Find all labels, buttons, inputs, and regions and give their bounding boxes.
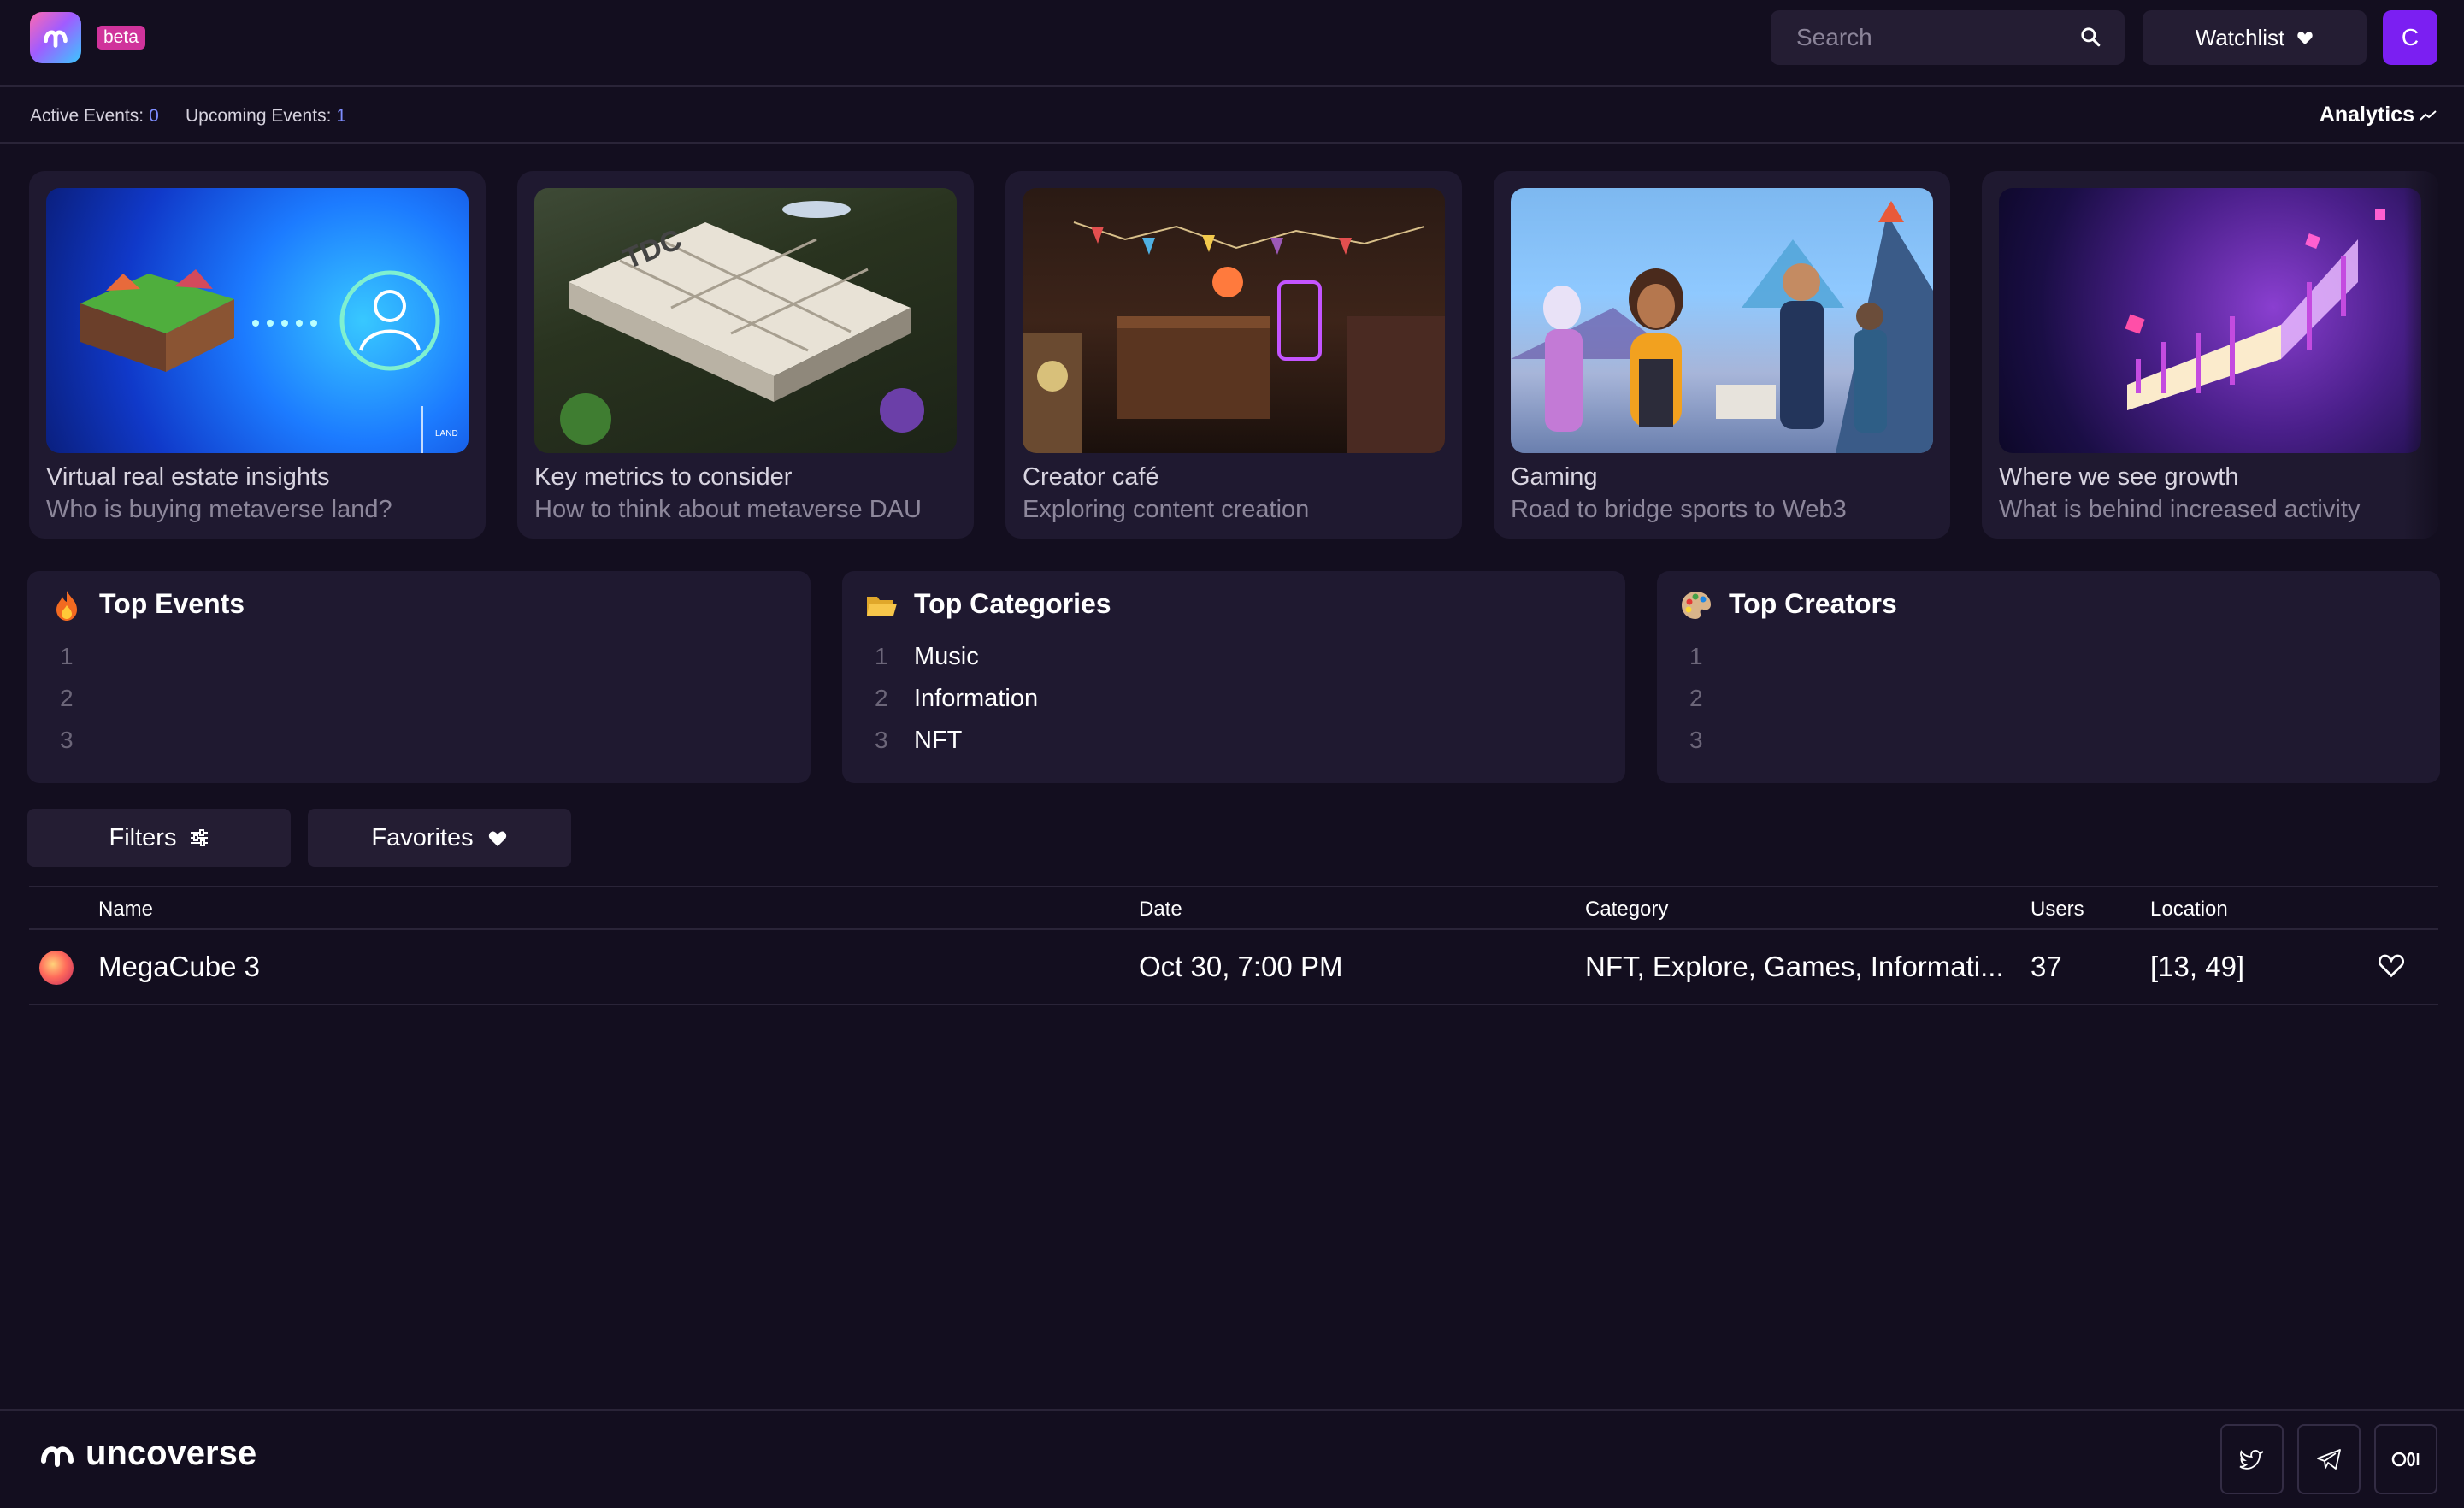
active-events-count: 0 bbox=[149, 106, 159, 126]
search-input[interactable] bbox=[1771, 10, 2125, 65]
user-avatar-button[interactable]: C bbox=[2383, 10, 2437, 65]
active-events-stat: Active Events: 0 bbox=[30, 106, 159, 127]
rank-number: 1 bbox=[60, 643, 74, 669]
growth-artwork-icon bbox=[2125, 209, 2385, 410]
article-subtitle: How to think about metaverse DAU bbox=[534, 496, 922, 523]
palette-icon bbox=[1682, 592, 1711, 619]
event-category: NFT, Explore, Games, Informati... bbox=[1585, 951, 2004, 982]
building-artwork-icon: TDC bbox=[560, 201, 924, 445]
column-header-users[interactable]: Users bbox=[2031, 898, 2084, 922]
filters-button[interactable]: Filters bbox=[27, 809, 291, 867]
article-subtitle: What is behind increased activity bbox=[1999, 496, 2361, 523]
rank-number: 2 bbox=[1689, 685, 1703, 711]
folder-icon bbox=[867, 597, 897, 616]
land-badge-text: LAND bbox=[435, 429, 458, 439]
events-table-header: Name Date Category Users Location bbox=[29, 886, 2438, 930]
sliders-icon bbox=[191, 829, 209, 846]
column-header-category[interactable]: Category bbox=[1585, 898, 1668, 922]
article-card-creator-cafe[interactable]: Creator café Exploring content creation bbox=[1005, 171, 1462, 539]
top-events-panel: Top Events 1 2 3 bbox=[27, 571, 811, 783]
article-title: Creator café bbox=[1023, 463, 1159, 491]
rank-number: 1 bbox=[1689, 643, 1703, 669]
article-title: Key metrics to consider bbox=[534, 463, 793, 491]
event-location[interactable]: [13, 49] bbox=[2150, 951, 2244, 983]
cafe-interior-illustration bbox=[1023, 188, 1445, 453]
article-card-real-estate[interactable]: LAND Virtual real estate insights Who is… bbox=[29, 171, 486, 539]
top-creators-title: Top Creators bbox=[1729, 588, 1897, 619]
favorites-label: Favorites bbox=[371, 823, 474, 851]
telegram-icon bbox=[2317, 1449, 2341, 1470]
heart-icon bbox=[2297, 32, 2313, 45]
top-navigation-bar: beta Watchlist C bbox=[0, 0, 2464, 87]
uncoverse-logo-icon[interactable] bbox=[30, 12, 81, 63]
analytics-link[interactable]: Analytics bbox=[2320, 103, 2437, 127]
land-island-illustration: LAND bbox=[46, 188, 469, 453]
article-subtitle: Exploring content creation bbox=[1023, 496, 1310, 523]
filters-label: Filters bbox=[109, 823, 177, 851]
rank-number: 2 bbox=[875, 685, 888, 711]
uncoverse-logo-icon bbox=[41, 1446, 74, 1467]
trend-line-icon bbox=[2420, 109, 2437, 121]
watchlist-button[interactable]: Watchlist bbox=[2143, 10, 2367, 65]
article-subtitle: Road to bridge sports to Web3 bbox=[1511, 496, 1847, 523]
rank-number: 3 bbox=[60, 727, 74, 753]
article-card-gaming[interactable]: Gaming Road to bridge sports to Web3 bbox=[1494, 171, 1950, 539]
upcoming-events-stat: Upcoming Events: 1 bbox=[186, 106, 346, 127]
isometric-building-illustration: TDC bbox=[534, 188, 957, 453]
rank-number: 3 bbox=[875, 727, 888, 753]
event-name[interactable]: MegaCube 3 bbox=[98, 951, 260, 983]
watchlist-label: Watchlist bbox=[2195, 24, 2285, 50]
stats-bar: Active Events: 0 Upcoming Events: 1 Analyt… bbox=[0, 87, 2464, 144]
search-icon[interactable] bbox=[2079, 26, 2101, 48]
twitter-button[interactable] bbox=[2220, 1424, 2284, 1494]
fire-icon bbox=[56, 591, 77, 621]
upcoming-events-count: 1 bbox=[336, 106, 347, 126]
article-title: Gaming bbox=[1511, 463, 1598, 491]
column-header-name[interactable]: Name bbox=[98, 898, 153, 922]
heart-icon bbox=[488, 831, 506, 846]
analytics-label: Analytics bbox=[2319, 103, 2414, 127]
article-title: Virtual real estate insights bbox=[46, 463, 330, 491]
twitter-icon bbox=[2239, 1449, 2264, 1470]
rank-number: 1 bbox=[875, 643, 888, 669]
event-users: 37 bbox=[2031, 951, 2062, 982]
top-events-title: Top Events bbox=[99, 588, 245, 619]
article-title: Where we see growth bbox=[1999, 463, 2239, 491]
footer-brand[interactable]: uncoverse bbox=[39, 1434, 256, 1473]
article-card-growth[interactable]: Where we see growth What is behind incre… bbox=[1982, 171, 2438, 539]
land-artwork-icon: LAND bbox=[80, 269, 458, 453]
game-characters-illustration bbox=[1511, 188, 1933, 453]
favorite-heart-icon[interactable] bbox=[2377, 952, 2406, 978]
growth-chart-illustration bbox=[1999, 188, 2421, 453]
cafe-artwork-icon bbox=[1023, 221, 1445, 453]
medium-button[interactable] bbox=[2374, 1424, 2437, 1494]
gaming-artwork-icon bbox=[1511, 201, 1933, 453]
upcoming-events-label: Upcoming Events: bbox=[186, 106, 332, 126]
top-creators-panel: Top Creators 1 2 3 bbox=[1657, 571, 2440, 783]
article-card-key-metrics[interactable]: TDC Key metrics to consider How to think… bbox=[517, 171, 974, 539]
rank-number: 3 bbox=[1689, 727, 1703, 753]
brand-name: uncoverse bbox=[85, 1434, 257, 1472]
footer: uncoverse bbox=[0, 1409, 2464, 1508]
medium-icon bbox=[2391, 1452, 2420, 1467]
rank-number: 2 bbox=[60, 685, 74, 711]
active-events-label: Active Events: bbox=[30, 106, 144, 126]
article-subtitle: Who is buying metaverse land? bbox=[46, 496, 392, 523]
top-categories-panel: Top Categories 1 Music 2 Information 3 N… bbox=[842, 571, 1625, 783]
column-header-location[interactable]: Location bbox=[2150, 898, 2228, 922]
beta-badge: beta bbox=[97, 26, 145, 50]
column-header-date[interactable]: Date bbox=[1139, 898, 1182, 922]
category-item-nft[interactable]: NFT bbox=[914, 727, 962, 755]
table-row[interactable]: MegaCube 3 Oct 30, 7:00 PM NFT, Explore,… bbox=[29, 930, 2438, 1005]
top-categories-title: Top Categories bbox=[914, 588, 1111, 619]
favorites-button[interactable]: Favorites bbox=[308, 809, 571, 867]
category-item-information[interactable]: Information bbox=[914, 685, 1038, 713]
logo-glyph-icon bbox=[44, 30, 68, 48]
telegram-button[interactable] bbox=[2297, 1424, 2361, 1494]
event-date: Oct 30, 7:00 PM bbox=[1139, 951, 1343, 982]
user-initial: C bbox=[2401, 24, 2420, 50]
category-item-music[interactable]: Music bbox=[914, 643, 979, 671]
event-avatar bbox=[39, 951, 74, 985]
